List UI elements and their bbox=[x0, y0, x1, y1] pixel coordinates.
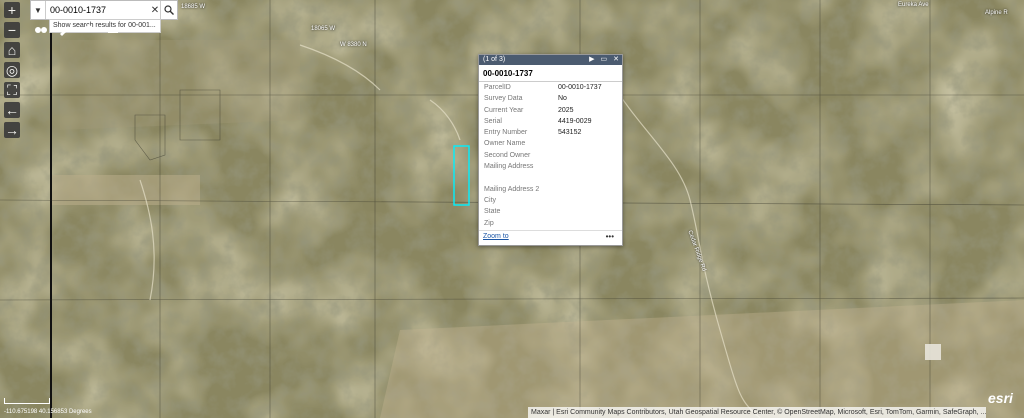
map-controls: + − ⌂ ◎ ⛶ ← → bbox=[4, 2, 20, 142]
field-value: 2025 bbox=[558, 106, 574, 114]
close-icon[interactable]: ✕ bbox=[150, 5, 160, 16]
fullscreen-button[interactable]: ⛶ bbox=[4, 82, 20, 98]
field-label: Entry Number bbox=[484, 129, 528, 137]
zoom-in-button[interactable]: + bbox=[4, 2, 20, 18]
map-toolbar bbox=[34, 22, 120, 36]
field-label: Serial bbox=[484, 117, 502, 125]
binoculars-icon[interactable] bbox=[34, 22, 48, 36]
attribution: Maxar | Esri Community Maps Contributors… bbox=[528, 407, 986, 418]
field-label: City bbox=[484, 196, 497, 204]
popup-field-row: Zip bbox=[479, 218, 622, 229]
building-structure bbox=[925, 344, 941, 360]
field-label: Owner Name bbox=[484, 140, 526, 148]
popup-fields: ParcelID 00-0010-1737 Survey Data No Current… bbox=[479, 82, 622, 229]
popup-field-row: Owner Name bbox=[479, 138, 622, 149]
esri-logo: esri bbox=[988, 390, 1013, 406]
parcel-popup: (1 of 3) ▶ ▭ ✕ 00-0010-1737 ParcelID 00-0… bbox=[478, 54, 623, 246]
popup-field-row: Mailing Address 2 bbox=[479, 184, 622, 195]
close-icon[interactable]: ✕ bbox=[613, 55, 619, 65]
pencil-icon[interactable] bbox=[58, 22, 72, 36]
layers-icon[interactable] bbox=[82, 22, 96, 36]
field-value: 00-0010-1737 bbox=[558, 84, 602, 91]
back-button[interactable]: ← bbox=[4, 102, 20, 118]
popup-field-row: Serial 4419-0029 bbox=[479, 116, 622, 127]
maximize-icon[interactable]: ▭ bbox=[601, 55, 608, 65]
map-road-label: W 8380 N bbox=[340, 42, 367, 48]
more-options-icon[interactable]: ••• bbox=[606, 232, 614, 241]
search-box[interactable]: ▼ 00-0010-1737 ✕ bbox=[30, 0, 178, 20]
field-value: No bbox=[558, 95, 567, 103]
field-label: Mailing Address 2 bbox=[484, 185, 540, 193]
field-label: Survey Data bbox=[484, 95, 523, 103]
map-road-label: Eureka Ave bbox=[898, 2, 929, 8]
forward-button[interactable]: → bbox=[4, 122, 20, 138]
field-value: 543152 bbox=[558, 129, 582, 137]
home-button[interactable]: ⌂ bbox=[4, 42, 20, 58]
zoom-to-link[interactable]: Zoom to bbox=[483, 233, 509, 240]
popup-field-row: Survey Data No bbox=[479, 93, 622, 104]
field-label: Second Owner bbox=[484, 151, 531, 159]
popup-field-row: Entry Number 543152 bbox=[479, 127, 622, 138]
search-button[interactable] bbox=[160, 1, 177, 19]
locate-button[interactable]: ◎ bbox=[4, 62, 20, 78]
popup-field-row: Second Owner bbox=[479, 150, 622, 161]
field-value: 4419-0029 bbox=[558, 117, 592, 125]
field-label: ParcelID bbox=[484, 84, 511, 91]
field-label: Zip bbox=[484, 219, 494, 227]
map-road-label: Alpine R bbox=[985, 10, 1008, 16]
map-road-label: 18065 W bbox=[311, 26, 336, 32]
coordinate-readout: -110.675198 40.156853 Degrees bbox=[4, 409, 92, 415]
field-label bbox=[484, 172, 558, 183]
zoom-out-button[interactable]: − bbox=[4, 22, 20, 38]
popup-title: 00-0010-1737 bbox=[479, 65, 622, 82]
field-label: Mailing Address bbox=[484, 163, 534, 171]
field-label: State bbox=[484, 208, 501, 216]
popup-field-row: ParcelID 00-0010-1737 bbox=[479, 82, 622, 93]
chevron-down-icon[interactable]: ▼ bbox=[31, 1, 46, 19]
map-road-label: 18685 W bbox=[181, 4, 206, 10]
next-feature-icon[interactable]: ▶ bbox=[589, 55, 594, 65]
popup-field-row: City bbox=[479, 195, 622, 206]
search-input[interactable]: 00-0010-1737 bbox=[46, 1, 150, 19]
popup-counter: (1 of 3) bbox=[483, 56, 506, 63]
popup-field-row bbox=[479, 172, 622, 183]
popup-field-row: Mailing Address bbox=[479, 161, 622, 172]
popup-field-row: Current Year 2025 bbox=[479, 105, 622, 116]
popup-field-row: State bbox=[479, 206, 622, 217]
popup-footer: Zoom to ••• bbox=[479, 230, 622, 245]
field-label: Current Year bbox=[484, 106, 524, 114]
scale-bar bbox=[4, 398, 50, 404]
print-icon[interactable] bbox=[106, 22, 120, 36]
popup-header: (1 of 3) ▶ ▭ ✕ bbox=[479, 55, 622, 65]
search-icon bbox=[164, 5, 174, 15]
